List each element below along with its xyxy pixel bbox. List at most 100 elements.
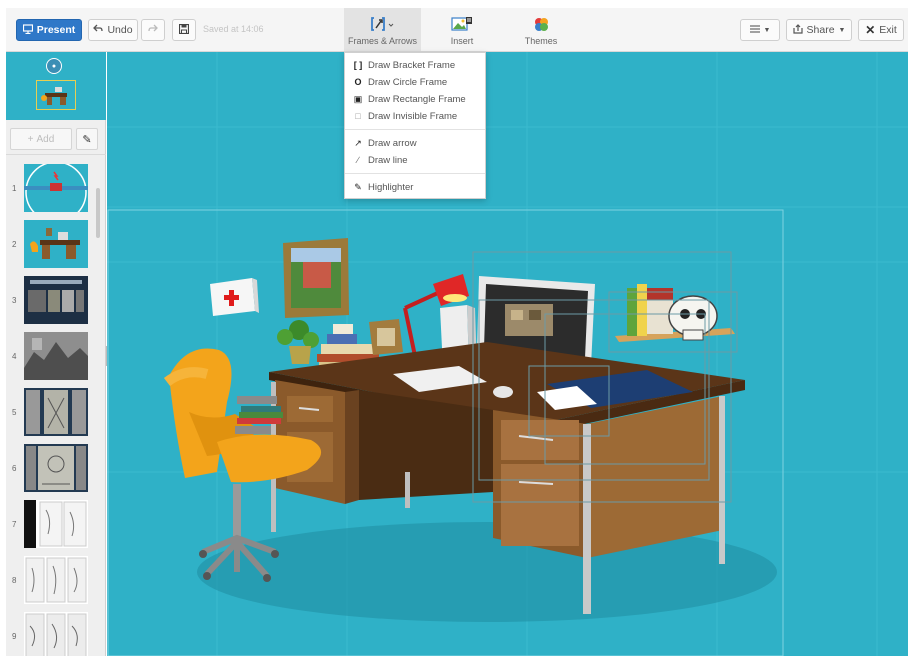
slide-thumbnail[interactable] — [24, 444, 88, 492]
slide-thumbnail[interactable] — [24, 164, 88, 212]
pencil-icon: ✎ — [82, 133, 92, 146]
prezi-editor: Present Undo Saved at 14:06 Frames & Arr… — [0, 0, 908, 656]
slide-item[interactable]: 5 — [6, 384, 106, 440]
saved-status: Saved at 14:06 — [203, 24, 264, 34]
share-icon — [792, 23, 803, 37]
menu-item-label: Draw Rectangle Frame — [368, 93, 466, 105]
chevron-down-icon: ▼ — [838, 26, 846, 34]
slide-item[interactable]: 2 — [6, 216, 106, 272]
exit-button[interactable]: ✕ Exit — [858, 19, 904, 41]
undo-label: Undo — [107, 24, 133, 36]
menu-separator — [345, 129, 485, 130]
slide-number: 6 — [12, 464, 17, 473]
share-label: Share — [806, 24, 835, 36]
insert-label: Insert — [450, 36, 474, 46]
rectangle-frame-icon: ▣ — [353, 93, 363, 104]
exit-label: Exit — [879, 24, 897, 36]
first-aid-kit[interactable] — [210, 278, 259, 316]
present-button[interactable]: Present — [16, 19, 82, 41]
potted-plant[interactable] — [277, 320, 319, 364]
slide-number: 4 — [12, 352, 17, 361]
frames-and-arrows-tool[interactable]: Frames & Arrows — [344, 8, 421, 51]
redo-icon — [148, 24, 158, 36]
hamburger-icon — [749, 24, 760, 36]
slide-number: 7 — [12, 520, 17, 529]
slide-item[interactable]: 6 — [6, 440, 106, 496]
chevron-down-icon: ▼ — [763, 26, 771, 34]
draw-line-item[interactable]: ∕ Draw line — [345, 152, 485, 168]
menu-item-label: Draw Circle Frame — [368, 76, 448, 88]
undo-icon — [93, 24, 104, 36]
overview-thumbnail[interactable] — [36, 80, 76, 110]
draw-bracket-frame-item[interactable]: [ ] Draw Bracket Frame — [345, 57, 485, 73]
bracket-frame-icon: [ ] — [353, 60, 363, 70]
slide-number: 1 — [12, 184, 17, 193]
highlighter-icon: ✎ — [354, 181, 362, 192]
slide-thumbnail[interactable] — [24, 388, 88, 436]
slide-number: 8 — [12, 576, 17, 585]
overview-panel[interactable]: ● — [6, 52, 106, 120]
frames-arrows-label: Frames & Arrows — [347, 36, 417, 46]
menu-item-label: Draw line — [368, 154, 408, 166]
undo-button[interactable]: Undo — [88, 19, 138, 41]
redo-button[interactable] — [141, 19, 165, 41]
hamburger-menu-button[interactable]: ▼ — [740, 19, 780, 41]
plus-icon: + — [27, 133, 34, 145]
frames-arrows-dropdown: [ ] Draw Bracket Frame O Draw Circle Fra… — [344, 52, 486, 199]
close-icon: ✕ — [865, 23, 876, 37]
insert-image-icon — [451, 15, 473, 33]
slide-item[interactable]: 9 — [6, 608, 106, 656]
sidebar-scrollbar[interactable] — [96, 188, 100, 238]
slide-item[interactable]: 7 — [6, 496, 106, 552]
themes-tool[interactable]: Themes — [521, 8, 561, 51]
slide-sidebar: ● + Add ✎ 1 2 3 4 5 6 7 8 9 — [6, 52, 106, 656]
draw-rectangle-frame-item[interactable]: ▣ Draw Rectangle Frame — [345, 91, 485, 107]
slide-item[interactable]: 1 — [6, 160, 106, 216]
menu-item-label: Draw arrow — [368, 137, 417, 149]
save-button[interactable] — [172, 19, 196, 41]
edit-path-button[interactable]: ✎ — [76, 128, 98, 150]
invisible-frame-icon: □ — [355, 111, 361, 121]
share-button[interactable]: Share ▼ — [786, 19, 852, 41]
slide-thumbnail[interactable] — [24, 556, 88, 604]
slide-number: 3 — [12, 296, 17, 305]
slide-item[interactable]: 8 — [6, 552, 106, 608]
save-icon — [178, 23, 190, 37]
arrow-icon: ↗ — [354, 137, 362, 148]
menu-item-label: Draw Bracket Frame — [368, 59, 456, 71]
slide-number: 5 — [12, 408, 17, 417]
slide-thumbnail[interactable] — [24, 276, 88, 324]
present-icon — [22, 23, 33, 37]
framed-painting[interactable] — [283, 238, 349, 318]
add-slide-button[interactable]: + Add — [10, 128, 72, 150]
line-icon: ∕ — [357, 155, 359, 165]
canvas-artwork — [107, 52, 908, 656]
desk-shadow — [197, 522, 777, 622]
slide-thumbnail[interactable] — [24, 612, 88, 656]
top-toolbar: Present Undo Saved at 14:06 Frames & Arr… — [6, 8, 908, 52]
presentation-canvas[interactable] — [107, 52, 908, 656]
slide-number: 2 — [12, 240, 17, 249]
draw-invisible-frame-item[interactable]: □ Draw Invisible Frame — [345, 108, 485, 124]
circle-frame-icon: O — [354, 77, 362, 87]
draw-circle-frame-item[interactable]: O Draw Circle Frame — [345, 74, 485, 90]
menu-item-label: Highlighter — [368, 181, 414, 193]
computer-mouse[interactable] — [493, 386, 513, 398]
slide-thumbnail[interactable] — [24, 332, 88, 380]
highlighter-item[interactable]: ✎ Highlighter — [345, 179, 485, 195]
add-label: Add — [36, 133, 55, 145]
present-label: Present — [36, 24, 76, 36]
slide-item[interactable]: 3 — [6, 272, 106, 328]
draw-arrow-item[interactable]: ↗ Draw arrow — [345, 135, 485, 151]
insert-tool[interactable]: Insert — [442, 8, 482, 51]
slide-thumbnail[interactable] — [24, 220, 88, 268]
sidebar-divider — [6, 154, 106, 155]
slide-item[interactable]: 4 — [6, 328, 106, 384]
slide-number: 9 — [12, 632, 17, 641]
photo-frame-small[interactable] — [369, 319, 403, 355]
frames-arrows-icon — [370, 15, 395, 33]
home-overview-icon[interactable]: ● — [46, 58, 62, 74]
menu-item-label: Draw Invisible Frame — [368, 110, 458, 122]
themes-palette-icon — [533, 15, 549, 33]
slide-thumbnail[interactable] — [24, 500, 88, 548]
